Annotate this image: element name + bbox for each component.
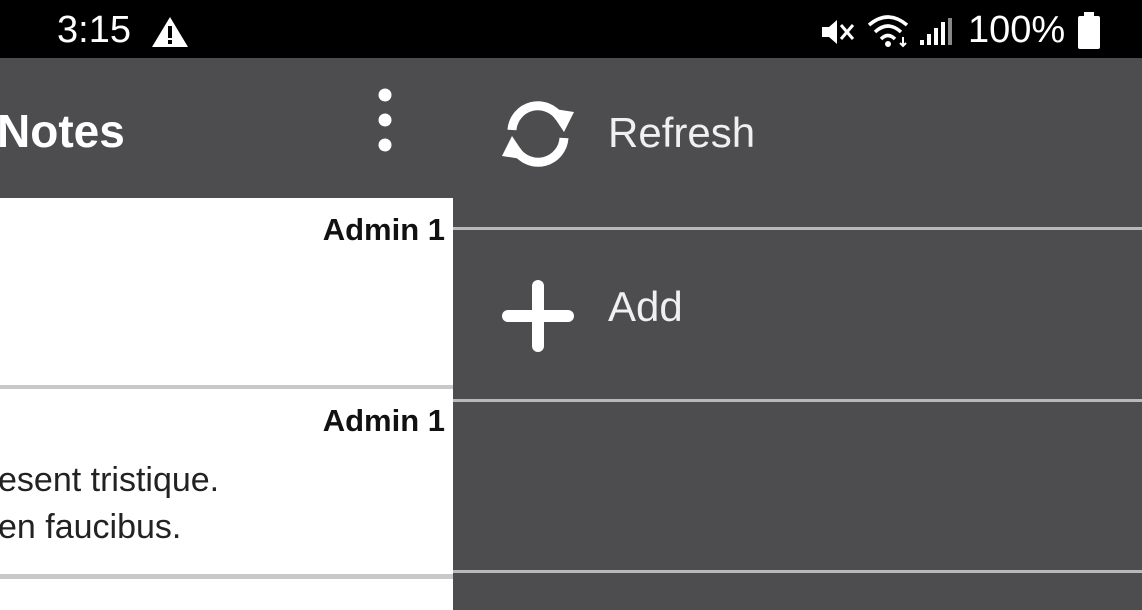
menu-item-add[interactable]: Add — [453, 230, 1142, 400]
note-body-line: esent tristique. — [0, 461, 220, 499]
wifi-icon — [867, 15, 909, 48]
note-card[interactable]: Admin 1 esent tristique. en faucibus. — [0, 389, 453, 574]
note-author: Admin 1 — [322, 212, 445, 247]
note-author: Admin 1 — [322, 403, 445, 438]
note-body-line: en faucibus. — [0, 508, 182, 546]
overflow-menu: Refresh Add — [453, 58, 1142, 610]
app-screen: 3:15 100% Notes Admin 1 Admin 1 esent tr… — [0, 0, 1142, 610]
app-bar: Notes — [0, 58, 460, 198]
menu-divider — [453, 399, 1142, 402]
battery-icon — [1078, 12, 1100, 49]
note-list: Admin 1 Admin 1 esent tristique. en fauc… — [0, 198, 453, 610]
menu-divider — [453, 570, 1142, 573]
battery-percentage: 100% — [968, 9, 1066, 51]
mute-icon — [822, 20, 855, 44]
more-vert-icon[interactable] — [372, 86, 398, 154]
page-title: Notes — [0, 105, 125, 157]
menu-item-refresh[interactable]: Refresh — [453, 58, 1142, 228]
warning-icon — [152, 17, 188, 47]
menu-item-label: Refresh — [608, 109, 756, 156]
note-card[interactable]: Admin 1 — [0, 198, 453, 385]
status-bar: 3:15 100% — [0, 0, 1142, 58]
signal-icon — [920, 18, 952, 45]
note-card[interactable] — [0, 579, 453, 610]
refresh-icon — [502, 101, 574, 167]
status-time: 3:15 — [57, 9, 131, 51]
add-icon — [502, 280, 574, 352]
menu-item-label: Add — [608, 283, 683, 330]
